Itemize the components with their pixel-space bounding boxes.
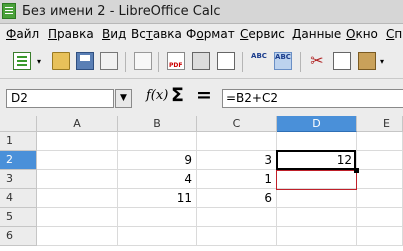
- new-dropdown-arrow-icon[interactable]: ▾: [37, 57, 41, 66]
- row-header-4[interactable]: 4: [0, 189, 37, 208]
- paste-dropdown-arrow-icon[interactable]: ▾: [380, 57, 384, 66]
- page-preview-icon[interactable]: [217, 52, 235, 70]
- menu-tools[interactable]: Сервис: [240, 27, 285, 41]
- menu-data[interactable]: Данные: [292, 27, 341, 41]
- name-box-dropdown-icon[interactable]: ▼: [115, 89, 132, 108]
- cell-e1[interactable]: [357, 132, 403, 151]
- menu-bar: Файл Правка Вид Вставка Формат Сервис Да…: [0, 24, 403, 44]
- cell-e3[interactable]: [357, 170, 403, 189]
- cell-a2[interactable]: [37, 151, 118, 170]
- menu-view[interactable]: Вид: [102, 27, 126, 41]
- menu-insert[interactable]: Вставка: [131, 27, 182, 41]
- save-icon[interactable]: [76, 52, 94, 70]
- print-icon[interactable]: [192, 52, 210, 70]
- cell-d5[interactable]: [277, 208, 357, 227]
- cell-b5[interactable]: [118, 208, 197, 227]
- formula-input[interactable]: =B2+C2: [222, 89, 403, 108]
- window-titlebar[interactable]: Без имени 2 - LibreOffice Calc: [0, 0, 403, 24]
- menu-edit[interactable]: Правка: [48, 27, 94, 41]
- function-wizard-icon[interactable]: f(x): [146, 88, 168, 103]
- cell-c3[interactable]: 1: [197, 170, 277, 189]
- cell-d2[interactable]: 12: [277, 151, 357, 170]
- cell-a1[interactable]: [37, 132, 118, 151]
- cell-d1[interactable]: [277, 132, 357, 151]
- window-title: Без имени 2 - LibreOffice Calc: [22, 4, 221, 19]
- email-icon[interactable]: [100, 52, 118, 70]
- toolbar-separator: [158, 52, 159, 72]
- libreoffice-calc-icon: [2, 3, 16, 19]
- autospell-label: ABC: [275, 53, 291, 61]
- cell-b1[interactable]: [118, 132, 197, 151]
- spreadsheet-grid: A B C D E 1 2 3 4 5 6 9 3 12 4 1 11 6: [0, 116, 403, 251]
- toolbar-separator: [125, 52, 126, 72]
- cell-c5[interactable]: [197, 208, 277, 227]
- new-spreadsheet-icon[interactable]: [13, 52, 31, 70]
- toolbar-separator: [300, 52, 301, 72]
- cell-e4[interactable]: [357, 189, 403, 208]
- cell-c6[interactable]: [197, 227, 277, 246]
- cell-e6[interactable]: [357, 227, 403, 246]
- column-header-d[interactable]: D: [277, 116, 357, 132]
- row-header-6[interactable]: 6: [0, 227, 37, 246]
- cell-e2[interactable]: [357, 151, 403, 170]
- formula-bar: D2 ▼ f(x) Σ = =B2+C2: [0, 79, 403, 117]
- autospell-icon[interactable]: ABC: [274, 52, 292, 70]
- toolbar-separator: [242, 52, 243, 72]
- menu-file[interactable]: Файл: [6, 27, 39, 41]
- edit-file-icon[interactable]: [134, 52, 152, 70]
- name-box[interactable]: D2: [6, 89, 114, 108]
- cell-b3[interactable]: 4: [118, 170, 197, 189]
- spelling-label: ABC: [251, 52, 267, 60]
- cell-d4[interactable]: [277, 189, 357, 208]
- paste-icon[interactable]: [358, 52, 376, 70]
- cell-a5[interactable]: [37, 208, 118, 227]
- cell-d3[interactable]: [277, 170, 357, 189]
- spelling-icon[interactable]: ABC: [250, 52, 268, 70]
- column-header-a[interactable]: A: [37, 116, 118, 132]
- cell-b4[interactable]: 11: [118, 189, 197, 208]
- row-header-5[interactable]: 5: [0, 208, 37, 227]
- export-pdf-icon[interactable]: [167, 52, 185, 70]
- row-header-3[interactable]: 3: [0, 170, 37, 189]
- standard-toolbar: ▾ ABC ABC ✂ ▾: [0, 44, 403, 79]
- cell-b6[interactable]: [118, 227, 197, 246]
- cell-a4[interactable]: [37, 189, 118, 208]
- row-header-2[interactable]: 2: [0, 151, 37, 170]
- cell-d6[interactable]: [277, 227, 357, 246]
- menu-window[interactable]: Окно: [346, 27, 378, 41]
- cell-c4[interactable]: 6: [197, 189, 277, 208]
- cell-c1[interactable]: [197, 132, 277, 151]
- column-header-b[interactable]: B: [118, 116, 197, 132]
- sum-icon[interactable]: Σ: [171, 84, 184, 106]
- open-folder-icon[interactable]: [52, 52, 70, 70]
- cell-b2[interactable]: 9: [118, 151, 197, 170]
- cell-c2[interactable]: 3: [197, 151, 277, 170]
- cell-a3[interactable]: [37, 170, 118, 189]
- column-header-c[interactable]: C: [197, 116, 277, 132]
- select-all-corner[interactable]: [0, 116, 37, 132]
- menu-help[interactable]: Сп: [386, 27, 402, 41]
- function-icon[interactable]: =: [196, 84, 212, 106]
- cut-icon[interactable]: ✂: [308, 52, 326, 70]
- cell-a6[interactable]: [37, 227, 118, 246]
- copy-icon[interactable]: [333, 52, 351, 70]
- row-header-1[interactable]: 1: [0, 132, 37, 151]
- column-header-e[interactable]: E: [357, 116, 403, 132]
- cell-e5[interactable]: [357, 208, 403, 227]
- menu-format[interactable]: Формат: [186, 27, 235, 41]
